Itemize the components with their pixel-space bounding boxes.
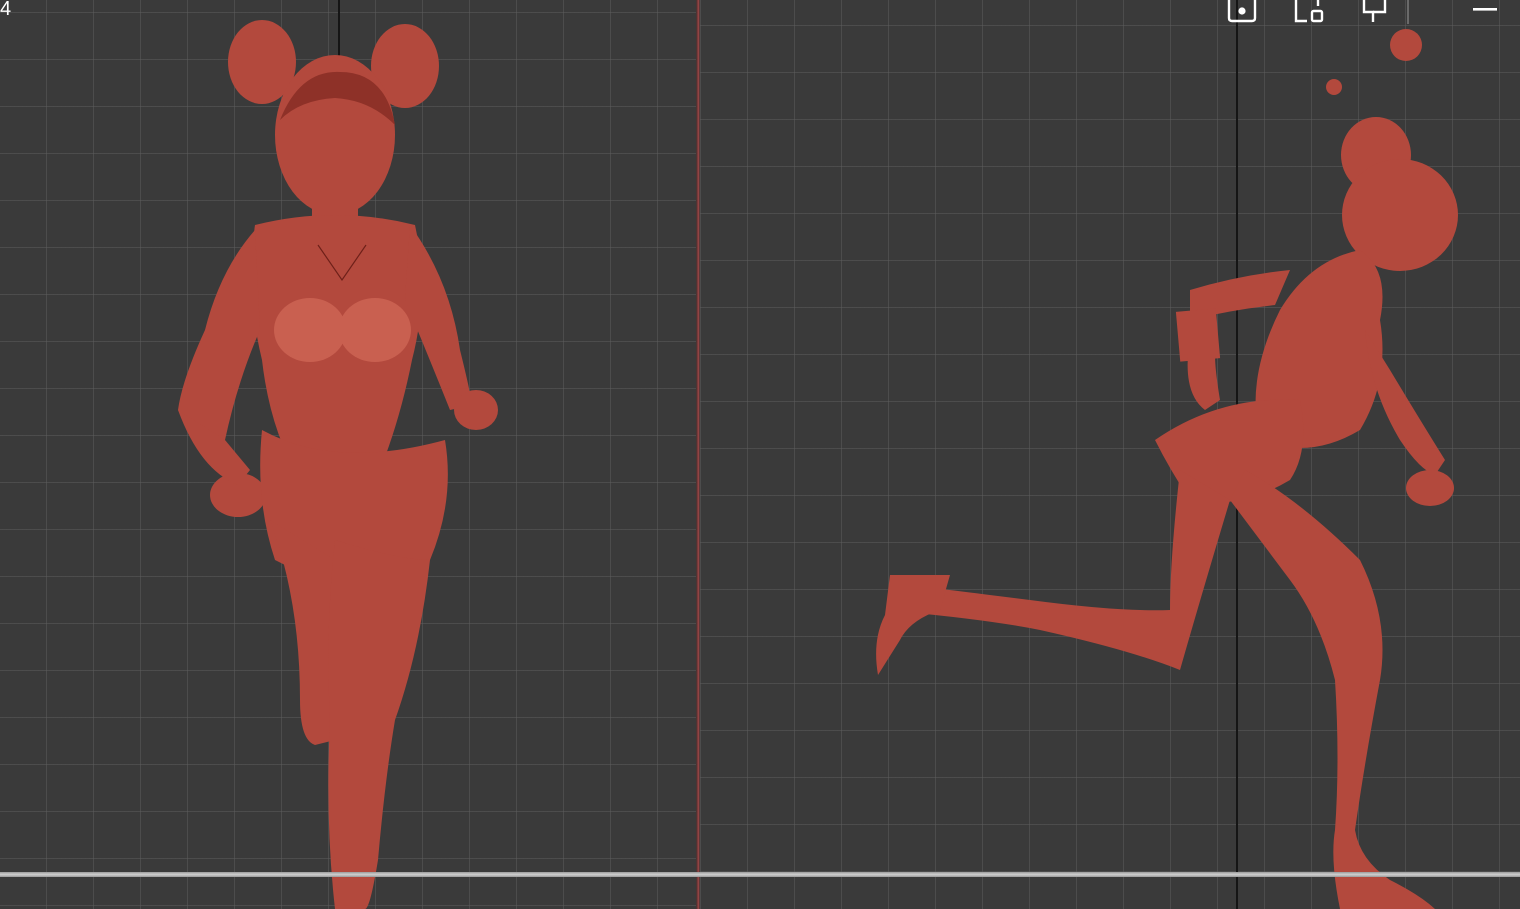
character-model-side[interactable] — [700, 0, 1520, 909]
viewport-front[interactable] — [0, 0, 696, 909]
screenshot-camera-icon[interactable] — [1225, 0, 1259, 24]
minimize-icon[interactable] — [1468, 0, 1502, 24]
toolbar-separator — [1407, 0, 1409, 24]
ground-plane-line — [0, 872, 1520, 877]
viewport-side[interactable] — [700, 0, 1520, 909]
viewport-toolbar — [1220, 0, 1520, 26]
pin-camera-icon[interactable] — [1358, 0, 1392, 24]
character-model-front[interactable] — [0, 0, 696, 909]
frame-select-icon[interactable] — [1292, 0, 1326, 24]
frame-counter: 4 — [0, 0, 12, 20]
